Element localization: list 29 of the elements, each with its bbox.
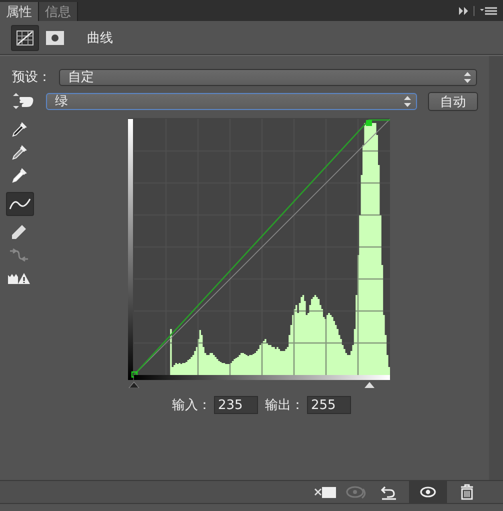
- curve-icon: [9, 198, 31, 210]
- stepper-icon: [464, 72, 471, 82]
- auto-button[interactable]: 自动: [428, 92, 478, 110]
- panel-menu-icon[interactable]: [459, 6, 499, 16]
- eyedropper-icon: [11, 168, 27, 184]
- eyedropper-icon: [11, 145, 27, 161]
- preset-label: 预设：: [12, 69, 51, 86]
- panel-tab[interactable]: 信息: [39, 2, 78, 21]
- smooth-icon: [9, 248, 29, 262]
- hand-adjust-icon[interactable]: [12, 93, 34, 109]
- output-label: 输出：: [265, 397, 304, 414]
- stepper-icon: [404, 96, 411, 106]
- curves-adjustment-icon[interactable]: [11, 24, 39, 50]
- clip-to-layer-icon[interactable]: [313, 485, 337, 499]
- panel-tab[interactable]: 属性: [0, 2, 39, 21]
- input-label: 输入：: [172, 397, 211, 414]
- visibility-eye-icon[interactable]: [409, 481, 447, 503]
- input-slider-track[interactable]: [128, 375, 390, 388]
- output-field[interactable]: 255: [307, 396, 351, 414]
- input-field[interactable]: 235: [214, 396, 258, 414]
- clipping-warning-icon: [8, 271, 30, 285]
- pencil-icon: [11, 224, 27, 240]
- scrollbar-track[interactable]: [489, 56, 503, 480]
- input-slider-handle[interactable]: [364, 382, 375, 388]
- eyedropper-icon: [11, 122, 27, 138]
- adjustment-title: 曲线: [87, 30, 113, 46]
- preset-dropdown[interactable]: 自定: [59, 68, 477, 86]
- channel-dropdown[interactable]: 绿: [46, 92, 417, 110]
- tool-button[interactable]: [6, 192, 34, 216]
